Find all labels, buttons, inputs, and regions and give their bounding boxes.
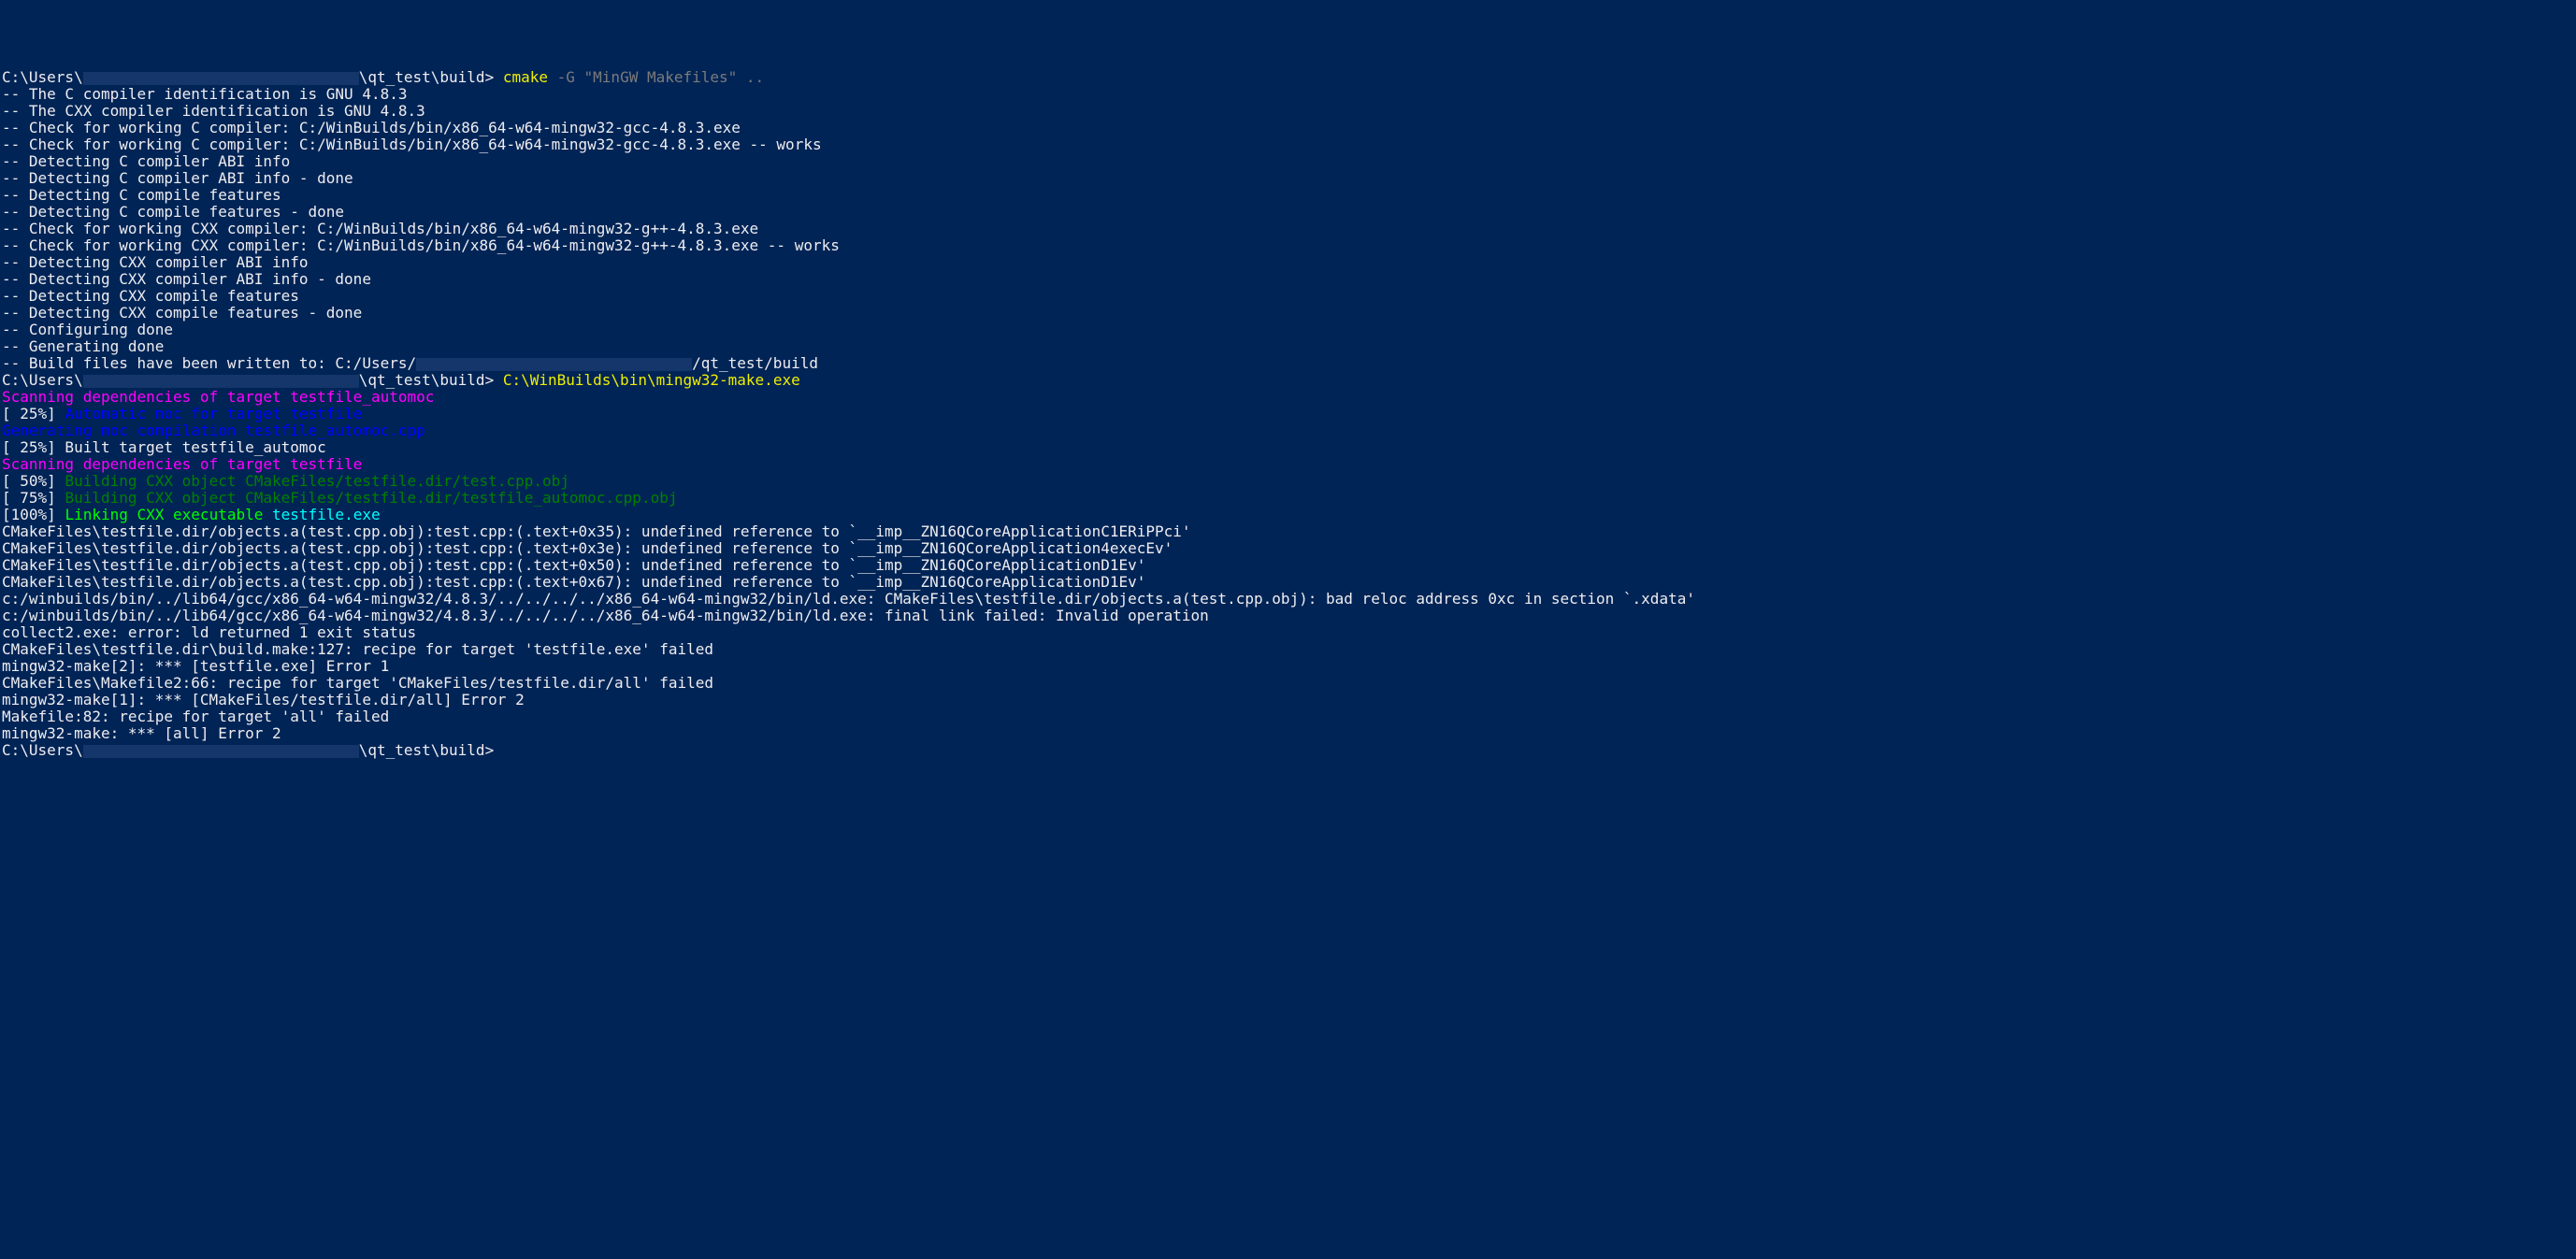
terminal-line: CMakeFiles\testfile.dir/objects.a(test.c…: [2, 574, 2574, 591]
terminal-line: -- Detecting C compiler ABI info - done: [2, 170, 2574, 187]
terminal-line: CMakeFiles\testfile.dir/objects.a(test.c…: [2, 540, 2574, 557]
terminal-line: -- Detecting C compile features - done: [2, 204, 2574, 221]
terminal-line: CMakeFiles\testfile.dir\build.make:127: …: [2, 641, 2574, 658]
terminal-line: -- Generating done: [2, 338, 2574, 355]
terminal-line: mingw32-make[2]: *** [testfile.exe] Erro…: [2, 658, 2574, 675]
redacted-segment: [83, 72, 359, 85]
terminal-line: collect2.exe: error: ld returned 1 exit …: [2, 624, 2574, 641]
terminal-line: -- Detecting CXX compile features: [2, 288, 2574, 305]
terminal-line: Scanning dependencies of target testfile: [2, 456, 2574, 473]
terminal-line: C:\Users\\qt_test\build> cmake -G "MinGW…: [2, 69, 2574, 86]
terminal-line: c:/winbuilds/bin/../lib64/gcc/x86_64-w64…: [2, 591, 2574, 608]
terminal-line: -- Check for working C compiler: C:/WinB…: [2, 136, 2574, 153]
terminal-line: [ 25%] Built target testfile_automoc: [2, 439, 2574, 456]
redacted-segment: [83, 745, 359, 758]
terminal-line: [100%] Linking CXX executable testfile.e…: [2, 507, 2574, 523]
terminal-line: C:\Users\\qt_test\build>: [2, 742, 2574, 759]
terminal-line: -- Check for working CXX compiler: C:/Wi…: [2, 221, 2574, 237]
terminal-line: -- Check for working CXX compiler: C:/Wi…: [2, 237, 2574, 254]
terminal-output[interactable]: C:\Users\\qt_test\build> cmake -G "MinGW…: [2, 69, 2574, 759]
terminal-line: Makefile:82: recipe for target 'all' fai…: [2, 708, 2574, 725]
redacted-segment: [416, 358, 692, 371]
terminal-line: CMakeFiles\testfile.dir/objects.a(test.c…: [2, 523, 2574, 540]
terminal-line: C:\Users\\qt_test\build> C:\WinBuilds\bi…: [2, 372, 2574, 389]
terminal-line: -- Build files have been written to: C:/…: [2, 355, 2574, 372]
terminal-line: [ 50%] Building CXX object CMakeFiles/te…: [2, 473, 2574, 490]
terminal-line: c:/winbuilds/bin/../lib64/gcc/x86_64-w64…: [2, 608, 2574, 624]
terminal-line: Scanning dependencies of target testfile…: [2, 389, 2574, 406]
terminal-line: mingw32-make: *** [all] Error 2: [2, 725, 2574, 742]
terminal-line: -- Detecting C compile features: [2, 187, 2574, 204]
terminal-line: Generating moc compilation testfile_auto…: [2, 422, 2574, 439]
terminal-line: mingw32-make[1]: *** [CMakeFiles/testfil…: [2, 692, 2574, 708]
terminal-line: -- The CXX compiler identification is GN…: [2, 103, 2574, 120]
terminal-line: CMakeFiles\testfile.dir/objects.a(test.c…: [2, 557, 2574, 574]
terminal-line: -- Detecting CXX compile features - done: [2, 305, 2574, 322]
terminal-line: -- Detecting C compiler ABI info: [2, 153, 2574, 170]
terminal-line: -- Detecting CXX compiler ABI info - don…: [2, 271, 2574, 288]
terminal-line: CMakeFiles\Makefile2:66: recipe for targ…: [2, 675, 2574, 692]
terminal-line: [ 25%] Automatic moc for target testfile: [2, 406, 2574, 422]
redacted-segment: [83, 375, 359, 388]
terminal-line: [ 75%] Building CXX object CMakeFiles/te…: [2, 490, 2574, 507]
terminal-line: -- The C compiler identification is GNU …: [2, 86, 2574, 103]
terminal-line: -- Configuring done: [2, 322, 2574, 338]
terminal-line: -- Check for working C compiler: C:/WinB…: [2, 120, 2574, 136]
terminal-line: -- Detecting CXX compiler ABI info: [2, 254, 2574, 271]
